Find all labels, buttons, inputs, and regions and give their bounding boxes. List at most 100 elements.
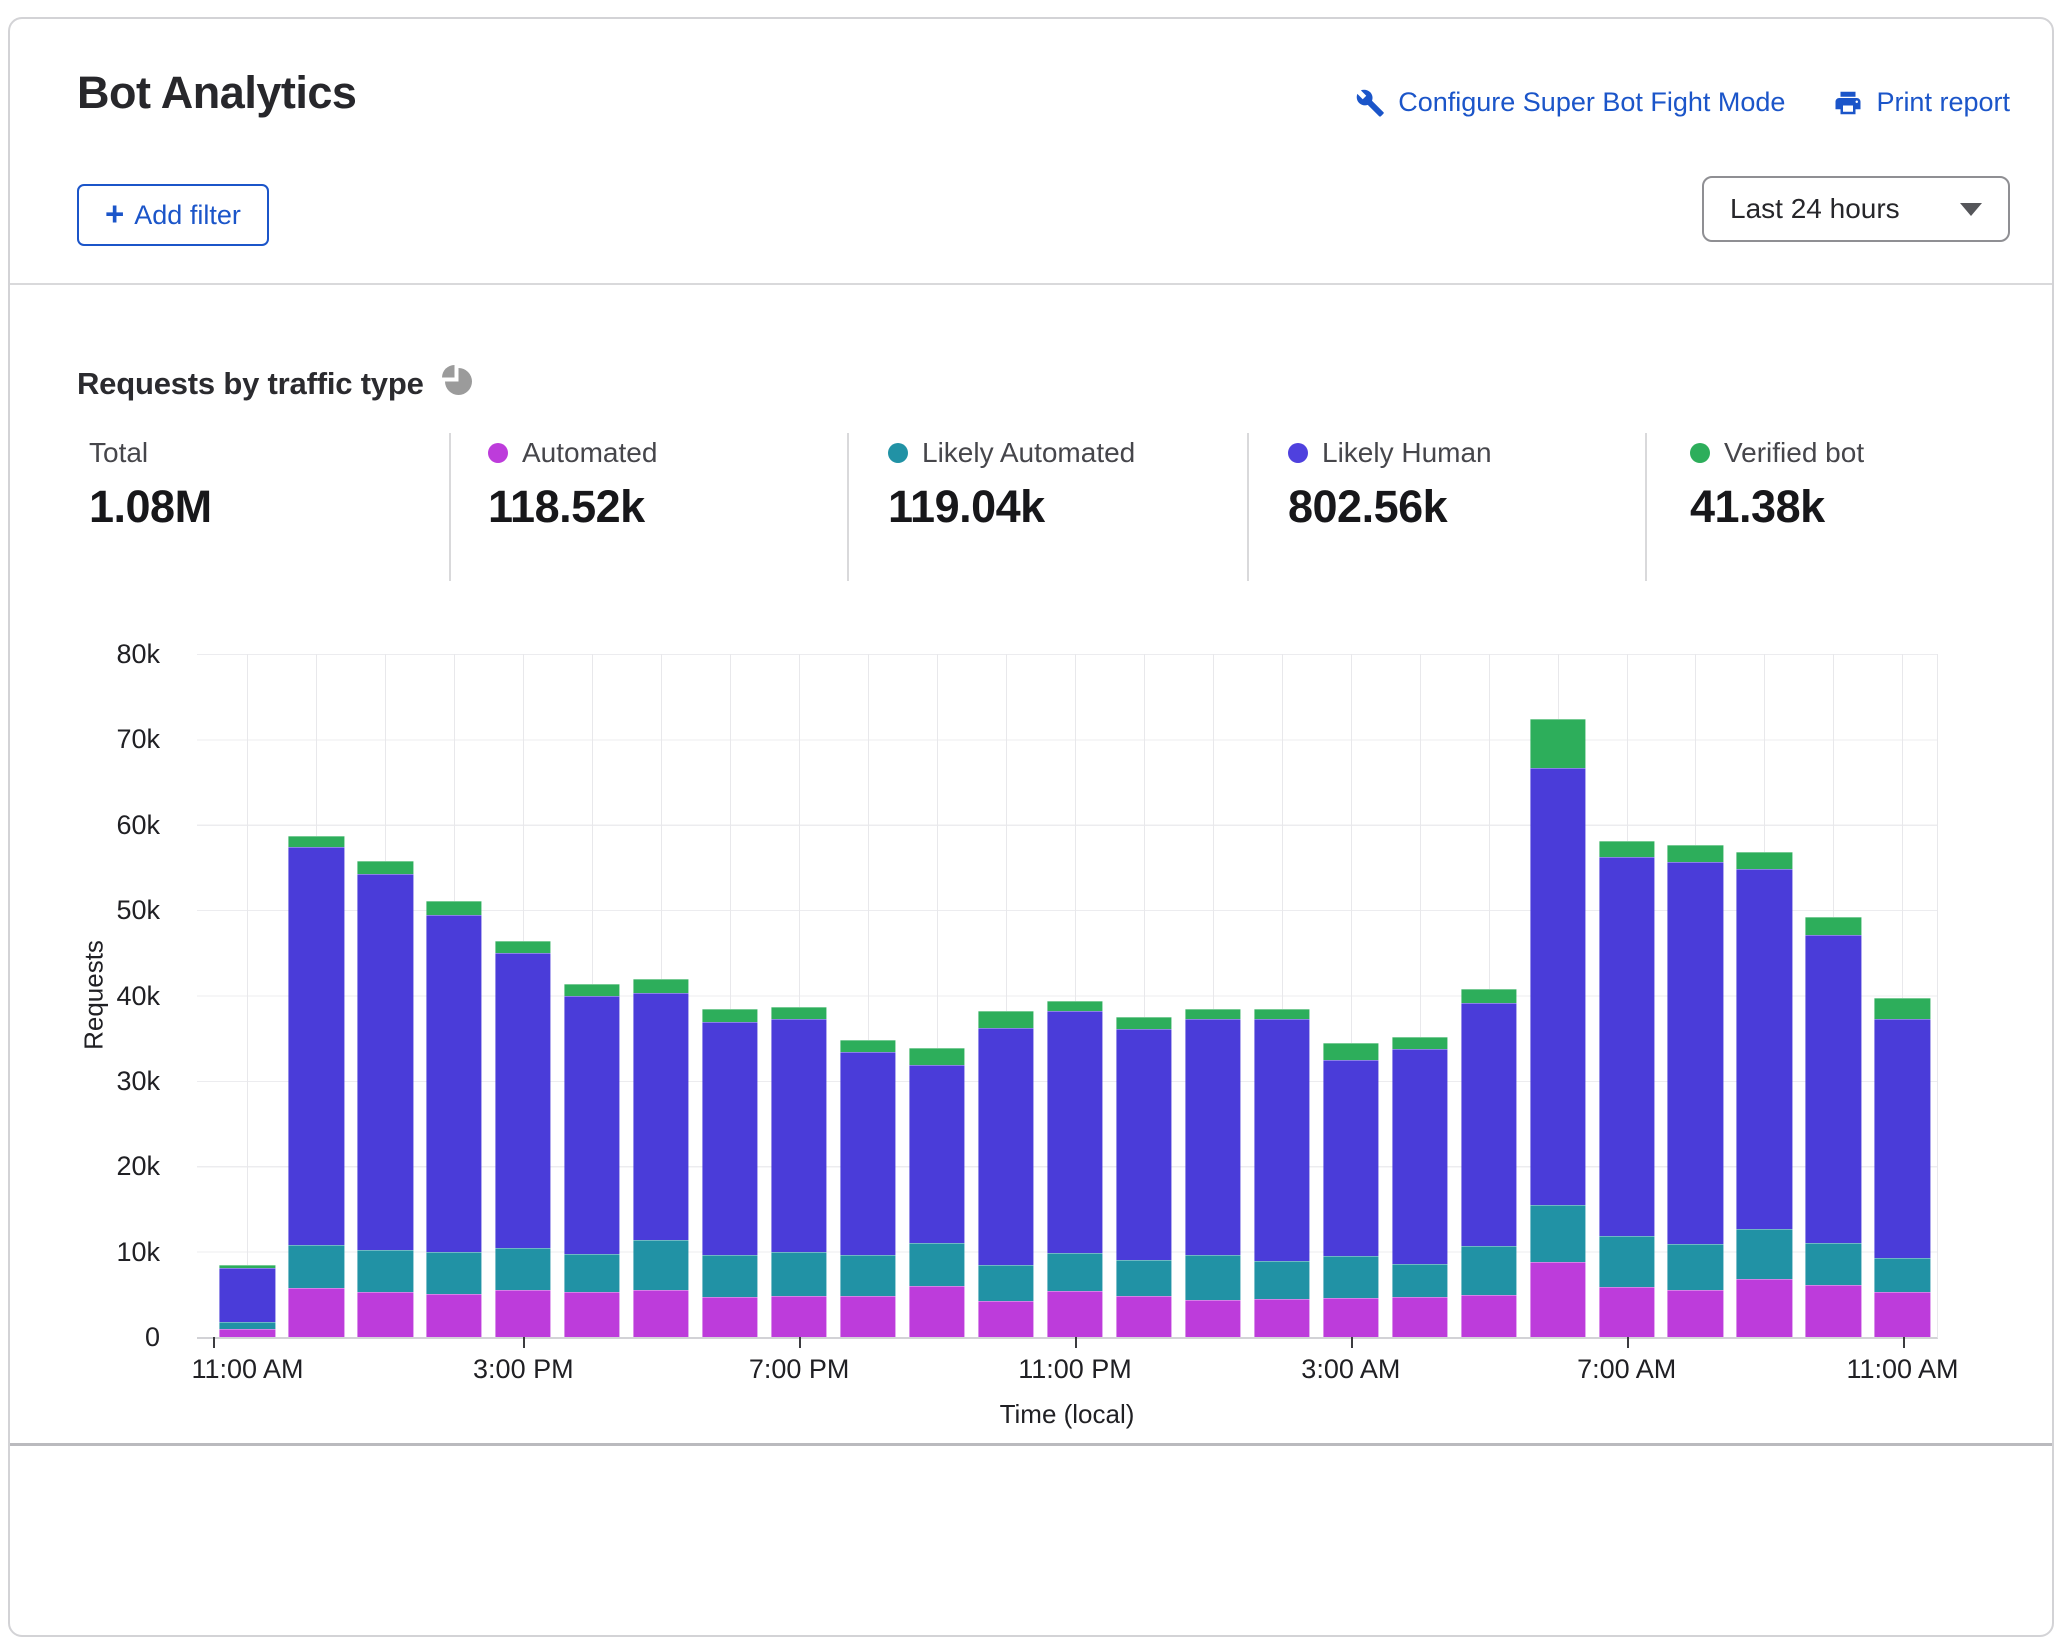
bar-stack <box>909 654 964 1337</box>
x-axis-tick <box>1627 1337 1629 1348</box>
stat-likely-human[interactable]: Likely Human 802.56k <box>1288 437 1492 533</box>
bar-segment-likely-human <box>1875 1019 1930 1258</box>
bar-stack <box>565 654 620 1337</box>
bar-slot[interactable] <box>903 654 972 1337</box>
bar-segment-automated <box>496 1290 551 1337</box>
bar-segment-likely-automated <box>703 1255 758 1297</box>
bar-stack <box>1254 654 1309 1337</box>
x-axis-tick <box>1903 1337 1905 1348</box>
bar-stack <box>1530 654 1585 1337</box>
bar-stack <box>496 654 551 1337</box>
bar-slot[interactable] <box>1523 654 1592 1337</box>
bar-segment-likely-automated <box>1737 1229 1792 1279</box>
stat-likely-human-value: 802.56k <box>1288 481 1492 533</box>
stat-total-value: 1.08M <box>89 481 212 533</box>
bar-slot[interactable] <box>1661 654 1730 1337</box>
bar-stack <box>427 654 482 1337</box>
bar-segment-automated <box>909 1286 964 1337</box>
configure-super-bot-fight-mode-link[interactable]: Configure Super Bot Fight Mode <box>1355 87 1785 118</box>
bar-slot[interactable] <box>489 654 558 1337</box>
bar-slot[interactable] <box>765 654 834 1337</box>
bar-segment-likely-automated <box>565 1254 620 1292</box>
bar-slot[interactable] <box>282 654 351 1337</box>
bar-segment-automated <box>289 1288 344 1337</box>
stat-divider <box>1645 433 1647 581</box>
bar-segment-automated <box>1737 1279 1792 1337</box>
x-tick-label: 7:00 PM <box>689 1354 909 1385</box>
bar-segment-automated <box>358 1292 413 1337</box>
time-range-select[interactable]: Last 24 hours <box>1702 176 2010 242</box>
bar-segment-likely-human <box>1461 1003 1516 1245</box>
bar-segment-likely-human <box>220 1268 275 1322</box>
bar-slot[interactable] <box>696 654 765 1337</box>
bar-stack <box>220 654 275 1337</box>
bar-segment-verified-bot <box>1323 1043 1378 1060</box>
configure-link-label: Configure Super Bot Fight Mode <box>1398 87 1785 118</box>
bar-stack <box>1806 654 1861 1337</box>
bar-segment-verified-bot <box>703 1009 758 1022</box>
stat-likely-automated[interactable]: Likely Automated 119.04k <box>888 437 1135 533</box>
bar-slot[interactable] <box>1385 654 1454 1337</box>
bar-segment-automated <box>1806 1285 1861 1337</box>
bar-slot[interactable] <box>1178 654 1247 1337</box>
bar-stack <box>1185 654 1240 1337</box>
bar-segment-likely-human <box>496 953 551 1248</box>
bar-segment-likely-human <box>1668 862 1723 1244</box>
bar-segment-automated <box>1875 1292 1930 1337</box>
stat-likely-automated-label: Likely Automated <box>922 437 1135 469</box>
bar-segment-automated <box>634 1290 689 1337</box>
bar-slot[interactable] <box>1316 654 1385 1337</box>
bar-segment-likely-human <box>1116 1029 1171 1260</box>
bar-slot[interactable] <box>971 654 1040 1337</box>
bar-slot[interactable] <box>1799 654 1868 1337</box>
bar-segment-automated <box>1116 1296 1171 1337</box>
bar-segment-likely-human <box>634 993 689 1240</box>
bar-slot[interactable] <box>1247 654 1316 1337</box>
x-axis-tick <box>1075 1337 1077 1348</box>
bar-segment-verified-bot <box>1668 845 1723 862</box>
stat-automated-label: Automated <box>522 437 657 469</box>
header-actions: Configure Super Bot Fight Mode Print rep… <box>1355 87 2010 118</box>
bar-slot[interactable] <box>351 654 420 1337</box>
bar-slot[interactable] <box>1592 654 1661 1337</box>
bar-segment-likely-automated <box>1323 1256 1378 1298</box>
bar-slot[interactable] <box>1454 654 1523 1337</box>
bar-stack <box>634 654 689 1337</box>
bot-analytics-panel: Bot Analytics Configure Super Bot Fight … <box>8 17 2054 1637</box>
stat-automated[interactable]: Automated 118.52k <box>488 437 657 533</box>
add-filter-button[interactable]: + Add filter <box>77 184 269 246</box>
bar-segment-likely-automated <box>1461 1246 1516 1296</box>
bar-stack <box>1116 654 1171 1337</box>
bar-segment-likely-automated <box>1116 1260 1171 1296</box>
bar-segment-likely-human <box>703 1022 758 1255</box>
bar-slot[interactable] <box>627 654 696 1337</box>
x-axis-tick <box>213 1337 215 1348</box>
x-tick-label: 11:00 PM <box>965 1354 1185 1385</box>
bar-segment-likely-human <box>1806 935 1861 1243</box>
bar-segment-likely-human <box>909 1065 964 1243</box>
y-tick-label: 10k <box>10 1237 160 1268</box>
bar-slot[interactable] <box>420 654 489 1337</box>
bar-segment-likely-human <box>1392 1049 1447 1264</box>
bar-segment-likely-automated <box>427 1252 482 1295</box>
stat-likely-human-label: Likely Human <box>1322 437 1492 469</box>
bar-slot[interactable] <box>834 654 903 1337</box>
bar-segment-likely-automated <box>1806 1243 1861 1285</box>
print-report-link[interactable]: Print report <box>1833 87 2010 118</box>
bar-segment-likely-human <box>289 847 344 1245</box>
bar-slot[interactable] <box>213 654 282 1337</box>
bar-segment-automated <box>1530 1262 1585 1337</box>
bar-segment-automated <box>840 1296 895 1337</box>
bar-slot[interactable] <box>1040 654 1109 1337</box>
bar-slot[interactable] <box>1730 654 1799 1337</box>
bar-segment-likely-automated <box>1875 1258 1930 1291</box>
bar-segment-likely-human <box>1323 1060 1378 1256</box>
bar-slot[interactable] <box>1109 654 1178 1337</box>
y-tick-label: 20k <box>10 1151 160 1182</box>
stat-verified-bot[interactable]: Verified bot 41.38k <box>1690 437 1864 533</box>
bar-segment-verified-bot <box>1116 1017 1171 1029</box>
bar-slot[interactable] <box>558 654 627 1337</box>
bar-segment-likely-automated <box>1185 1255 1240 1300</box>
bar-segment-verified-bot <box>1461 989 1516 1004</box>
bar-slot[interactable] <box>1868 654 1937 1337</box>
